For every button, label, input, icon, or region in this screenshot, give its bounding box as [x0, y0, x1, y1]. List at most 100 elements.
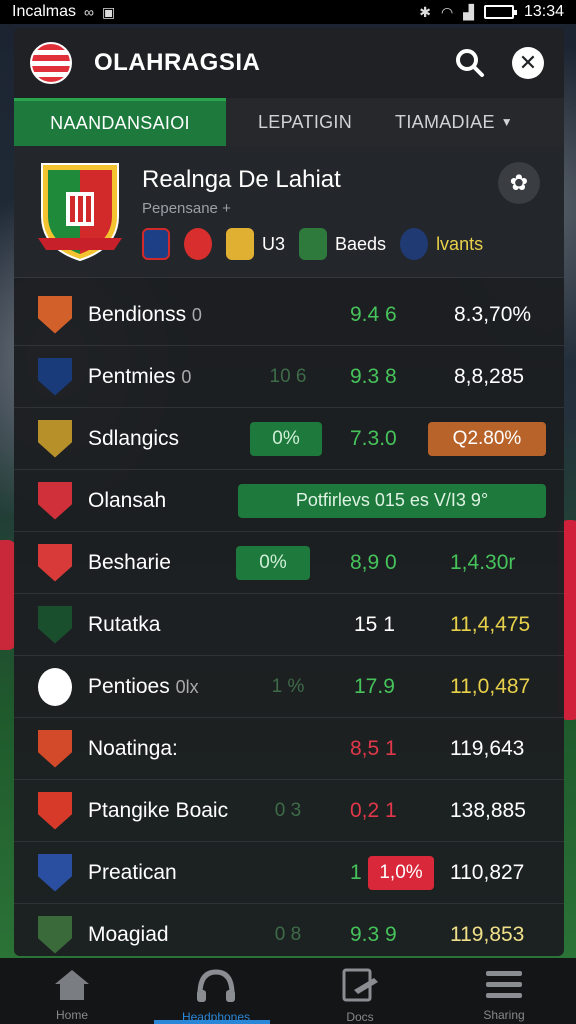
club-name: Olansah	[88, 488, 167, 512]
team-header: Realnga De Lahiat Pepensane + ✿ U3 Baeds…	[14, 146, 564, 278]
battery-icon	[483, 5, 517, 19]
nav-home[interactable]: Home	[17, 968, 127, 1022]
tab-naandansaioi[interactable]: NAANDANSAIOI	[14, 98, 226, 146]
club-value: 110,827	[450, 860, 525, 884]
club-name: Moagiad	[88, 922, 169, 946]
list-item[interactable]: Sdlangics 0% 7.3.0 Q2.80%	[14, 408, 564, 470]
nav-docs[interactable]: Docs	[305, 968, 415, 1024]
badge-label-baeds: Baeds	[335, 233, 387, 254]
club-score: 0,2 1	[350, 798, 397, 822]
club-score: 8,5 1	[350, 736, 397, 760]
club-name: Preatican	[88, 860, 177, 884]
club-name: Pentioes 0lx	[88, 674, 199, 698]
tab-tiamadiae[interactable]: TIAMADIAE ▼	[384, 98, 524, 146]
club-crest-icon	[38, 791, 72, 830]
tab-lepatigin[interactable]: LEPATIGIN	[226, 98, 384, 146]
club-name: Besharie	[88, 550, 171, 574]
club-stat-pill: 0%	[236, 545, 310, 580]
app-logo-flag-icon	[30, 42, 72, 84]
club-value: 119,853	[450, 922, 525, 946]
club-score: 7.3.0	[350, 426, 397, 450]
club-crest-icon	[38, 667, 72, 706]
club-name: Rutatka	[88, 612, 161, 636]
tab-tiamadiae-label: TIAMADIAE	[395, 111, 495, 132]
status-time: 13:34	[523, 3, 564, 20]
list-item[interactable]: Pentmies 0 10 6 9.3 8 8,8,285	[14, 346, 564, 408]
tab-bar: NAANDANSAIOI LEPATIGIN TIAMADIAE ▼	[14, 98, 564, 146]
club-name: Ptangike Boaic	[88, 798, 229, 822]
club-score: 1	[350, 860, 362, 884]
standings-list: Bendionss 0 9.4 6 8.3,70% Pentmies 0 10 …	[14, 284, 564, 956]
app-panel: OLAHRAGSIA ✕ NAANDANSAIOI LEPATIGIN TIAM…	[14, 28, 564, 956]
list-item[interactable]: Pentioes 0lx 1 % 17.9 11,0,487	[14, 656, 564, 718]
club-value: 11,0,487	[450, 674, 531, 698]
club-crest-icon	[38, 481, 72, 520]
badge-label-lvants: lvants	[436, 233, 484, 254]
bluetooth-icon: ✱	[419, 3, 431, 20]
club-crest-icon	[38, 295, 72, 334]
home-icon	[55, 970, 89, 1000]
team-subtitle[interactable]: Pepensane +	[142, 200, 231, 217]
club-score: 8,9 0	[350, 550, 397, 574]
nav-menu-label: Sharing	[483, 1008, 525, 1022]
badge-icon-1[interactable]	[142, 228, 170, 260]
club-score: 9.3 8	[350, 364, 397, 388]
club-stat-pill: 0%	[250, 421, 322, 456]
list-item[interactable]: Noatinga: 8,5 1 119,643	[14, 718, 564, 780]
badge-icon-4[interactable]	[299, 228, 328, 260]
app-top-bar: OLAHRAGSIA ✕	[14, 28, 564, 98]
badge-icon-3[interactable]	[226, 228, 254, 260]
club-value: 11,4,475	[450, 612, 531, 636]
club-crest-icon	[38, 543, 72, 582]
club-crest-icon	[38, 915, 72, 954]
team-crest-icon	[38, 163, 122, 262]
nav-menu[interactable]: Sharing	[449, 968, 559, 1022]
list-item[interactable]: Ptangike Boaic 0 3 0,2 1 138,885	[14, 780, 564, 842]
club-value: 8,8,285	[454, 364, 525, 388]
status-bar: Incalmas ∞ ▣ ✱ ◠ ▟ 13:34	[0, 0, 576, 24]
chevron-down-icon: ▼	[500, 115, 513, 129]
club-name: Bendionss 0	[88, 302, 202, 326]
headphones-icon	[197, 969, 235, 1002]
club-banner-pill[interactable]: Potfirlevs 015 es V/I3 9°	[238, 483, 546, 518]
list-item[interactable]: Moagiad 0 8 9.3 9 119,853	[14, 904, 564, 956]
club-score: 15 1	[354, 612, 395, 636]
wifi-icon: ◠	[440, 3, 454, 20]
search-button[interactable]	[450, 43, 490, 83]
document-icon	[342, 968, 378, 1002]
list-item[interactable]: Besharie 0% 8,9 0 1,4.30r	[14, 532, 564, 594]
club-value: Q2.80%	[428, 421, 546, 456]
security-icon: ▣	[102, 3, 116, 20]
club-stat-pill: 1 %	[271, 675, 305, 697]
team-options-button[interactable]: ✿	[498, 162, 540, 204]
badge-icon-5[interactable]	[400, 228, 429, 260]
club-crest-icon	[38, 357, 72, 396]
club-score: 9.4 6	[350, 302, 397, 326]
club-stat-pill: 0 3	[274, 799, 302, 821]
list-item[interactable]: Bendionss 0 9.4 6 8.3,70%	[14, 284, 564, 346]
club-name: Pentmies 0	[88, 364, 192, 388]
club-name: Sdlangics	[88, 426, 180, 450]
club-crest-icon	[38, 419, 72, 458]
list-item[interactable]: Olansah Potfirlevs 015 es V/I3 9°	[14, 470, 564, 532]
club-stat-pill: 10 6	[269, 365, 307, 387]
status-left-text: Incalmas	[12, 3, 77, 20]
search-icon	[456, 49, 484, 77]
close-button[interactable]: ✕	[508, 43, 548, 83]
club-score: 9.3 9	[350, 922, 397, 946]
club-value: 138,885	[450, 798, 526, 822]
nav-docs-label: Docs	[346, 1010, 374, 1024]
menu-icon	[486, 971, 522, 998]
list-item[interactable]: Preatican 1 1,0% 110,827	[14, 842, 564, 904]
nav-headphones[interactable]: Headphones	[161, 968, 271, 1024]
badge-label-u3: U3	[262, 233, 286, 254]
club-crest-icon	[38, 605, 72, 644]
club-value: 1,4.30r	[450, 550, 516, 574]
badge-icon-2[interactable]	[184, 228, 212, 260]
club-stat-pill: 0 8	[274, 923, 302, 945]
signal-icon: ▟	[463, 3, 474, 20]
club-crest-icon	[38, 853, 72, 892]
club-crest-icon	[38, 729, 72, 768]
list-item[interactable]: Rutatka 15 1 11,4,475	[14, 594, 564, 656]
club-value: 119,643	[450, 736, 525, 760]
